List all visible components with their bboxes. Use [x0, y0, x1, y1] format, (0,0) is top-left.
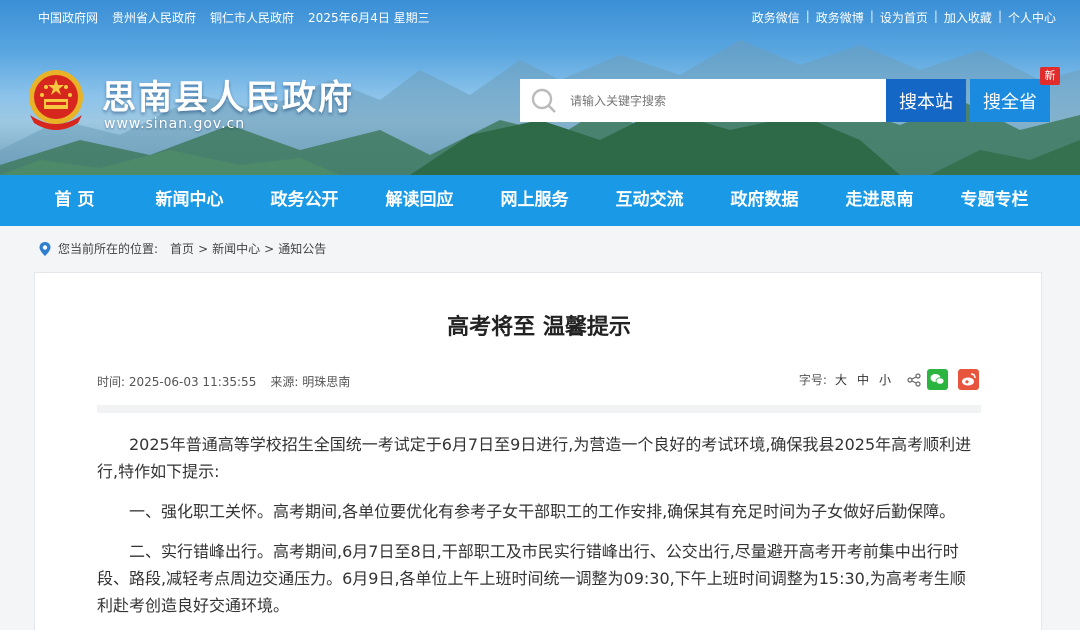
breadcrumb-label: 您当前所在的位置:	[58, 242, 159, 256]
search-site-button[interactable]: 搜本站	[886, 79, 966, 122]
article-meta: 时间: 2025-06-03 11:35:55 来源: 明珠思南	[97, 373, 350, 390]
time-label: 时间:	[97, 375, 126, 389]
share-icon[interactable]	[907, 372, 921, 387]
article-card: 高考将至 温馨提示 时间: 2025-06-03 11:35:55 来源: 明珠…	[34, 272, 1042, 630]
search-icon	[531, 88, 556, 113]
article-tools: 字号: 大 中 小	[799, 369, 979, 390]
fontsize-label: 字号:	[798, 373, 827, 387]
link-add-favorite[interactable]: 加入收藏	[944, 9, 992, 26]
breadcrumb-home[interactable]: 首页	[170, 240, 194, 257]
search-province-button[interactable]: 搜全省	[970, 79, 1050, 122]
wechat-icon[interactable]	[927, 369, 948, 390]
link-user-center[interactable]: 个人中心	[1008, 9, 1056, 26]
fontsize-medium-button[interactable]: 中	[857, 371, 869, 388]
weibo-icon[interactable]	[958, 369, 979, 390]
link-weibo[interactable]: 政务微博	[816, 9, 864, 26]
article-source: 明珠思南	[302, 375, 351, 389]
search-box	[520, 79, 886, 122]
nav-interpretation[interactable]: 解读回应	[362, 175, 477, 226]
article-paragraph: 2025年普通高等学校招生全国统一考试定于6月7日至9日进行,为营造一个良好的考…	[97, 435, 972, 481]
source-label: 来源:	[270, 375, 299, 389]
site-name: 思南县人民政府	[102, 78, 354, 118]
top-bar: 中国政府网 贵州省人民政府 铜仁市人民政府 2025年6月4日 星期三 政务微信…	[38, 9, 1056, 26]
breadcrumb: 您当前所在的位置: 首页 > 新闻中心 > 通知公告	[38, 240, 330, 257]
nav-online-services[interactable]: 网上服务	[477, 175, 592, 226]
article-title: 高考将至 温馨提示	[447, 315, 631, 340]
site-header: 中国政府网 贵州省人民政府 铜仁市人民政府 2025年6月4日 星期三 政务微信…	[0, 0, 1080, 175]
nav-special-topics[interactable]: 专题专栏	[937, 175, 1052, 226]
national-emblem-icon	[29, 70, 83, 130]
link-set-homepage[interactable]: 设为首页	[880, 9, 928, 26]
article-paragraph: 二、实行错峰出行。高考期间,6月7日至8日,干部职工及市民实行错峰出行、公交出行…	[97, 542, 966, 615]
link-gov-cn[interactable]: 中国政府网	[38, 9, 98, 26]
link-tongren-gov[interactable]: 铜仁市人民政府	[210, 9, 294, 26]
nav-gov-data[interactable]: 政府数据	[707, 175, 822, 226]
nav-about-sinan[interactable]: 走进思南	[822, 175, 937, 226]
breadcrumb-notices[interactable]: 通知公告	[278, 240, 326, 257]
fontsize-small-button[interactable]: 小	[879, 371, 891, 388]
fontsize-large-button[interactable]: 大	[835, 371, 847, 388]
current-date: 2025年6月4日 星期三	[308, 11, 430, 25]
nav-news-center[interactable]: 新闻中心	[132, 175, 247, 226]
article-paragraph: 一、强化职工关怀。高考期间,各单位要优化有参考子女干部职工的工作安排,确保其有充…	[129, 502, 956, 521]
nav-interaction[interactable]: 互动交流	[592, 175, 707, 226]
meta-divider	[97, 405, 981, 413]
new-badge: 新	[1040, 67, 1060, 85]
article-body: 2025年普通高等学校招生全国统一考试定于6月7日至9日进行,为营造一个良好的考…	[97, 431, 981, 630]
nav-home[interactable]: 首 页	[37, 175, 112, 226]
main-nav: 首 页 新闻中心 政务公开 解读回应 网上服务 互动交流 政府数据 走进思南 专…	[0, 175, 1080, 226]
link-guizhou-gov[interactable]: 贵州省人民政府	[112, 9, 196, 26]
location-pin-icon	[39, 241, 51, 256]
breadcrumb-separator: >	[264, 241, 275, 256]
search-input[interactable]	[570, 79, 880, 122]
nav-gov-affairs[interactable]: 政务公开	[247, 175, 362, 226]
link-wechat[interactable]: 政务微信	[752, 9, 800, 26]
site-url: www.sinan.gov.cn	[104, 116, 246, 132]
publish-time: 2025-06-03 11:35:55	[128, 375, 257, 389]
breadcrumb-news-center[interactable]: 新闻中心	[212, 240, 260, 257]
breadcrumb-separator: >	[198, 241, 209, 256]
